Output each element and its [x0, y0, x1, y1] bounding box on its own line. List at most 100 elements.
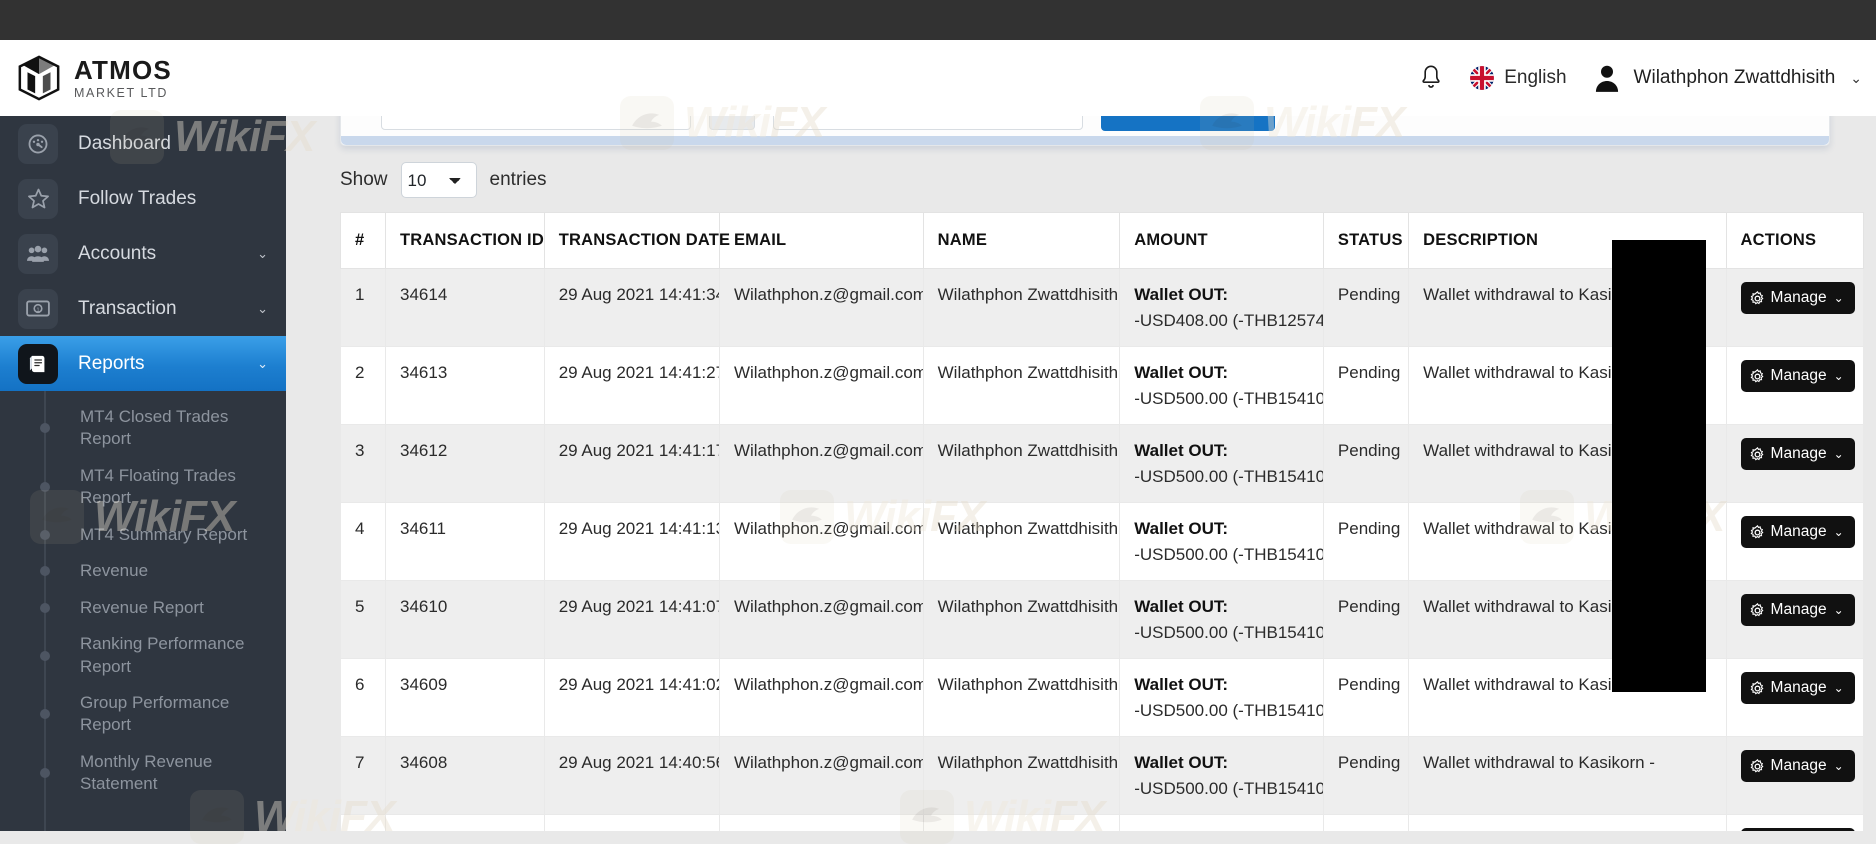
submenu-item-label: MT4 Summary Report — [80, 524, 248, 544]
cell-actions: Manage⌄ — [1725, 580, 1865, 659]
cell-description: Wallet withdrawal to Kasikorn - — [1408, 814, 1727, 831]
sidebar-item-accounts[interactable]: Accounts ⌄ — [0, 226, 286, 281]
chevron-down-icon: ⌄ — [1833, 681, 1844, 695]
manage-button[interactable]: Manage ⌄ — [1740, 750, 1855, 782]
gear-icon — [1750, 446, 1765, 462]
cell-email: Wilathphon.z@gmail.com — [718, 736, 924, 815]
cell-description: Wallet withdrawal to Kasikorn - — [1408, 736, 1727, 815]
cell-transaction-date: 29 Aug 2021 14:41:02 — [543, 658, 720, 737]
gear-icon — [1750, 680, 1765, 696]
cell-status: Pending — [1322, 346, 1410, 425]
brand-logo[interactable]: ATMOS MARKET LTD — [0, 40, 286, 116]
amount-label: Wallet OUT: — [1134, 597, 1229, 616]
cell-actions: Manage⌄ — [1725, 658, 1865, 737]
svg-text:1: 1 — [36, 307, 39, 313]
cell-transaction-date: 29 Aug 2021 14:41:13 — [543, 502, 720, 581]
manage-button[interactable]: Manage ⌄ — [1740, 360, 1855, 392]
manage-button-label: Manage — [1770, 445, 1827, 462]
cell-amount: Wallet OUT: -USD500.00 (-THB15410.32) — [1119, 502, 1324, 581]
cell-index: 3 — [340, 424, 386, 503]
cell-name: Wilathphon Zwattdhisith — [922, 346, 1121, 425]
filter-submit-button[interactable] — [1101, 116, 1275, 131]
chevron-down-icon: ⌄ — [1833, 291, 1844, 305]
cell-transaction-date: 29 Aug 2021 14:40:25 — [543, 814, 720, 831]
manage-button-label: Manage — [1770, 367, 1827, 384]
column-header-transaction-date[interactable]: TRANSACTION DATE — [543, 212, 730, 269]
submenu-item-monthly-revenue-statement[interactable]: Monthly Revenue Statement — [0, 744, 286, 803]
chevron-down-icon: ⌄ — [257, 245, 268, 261]
submenu-item-mt4-floating-trades-report[interactable]: MT4 Floating Trades Report — [0, 458, 286, 517]
cell-name: Wilathphon Zwattdhisith — [922, 424, 1121, 503]
cell-transaction-id: 34608 — [385, 736, 545, 815]
language-selector[interactable]: English — [1470, 66, 1567, 90]
cell-name: Wilathphon Zwattdhisith — [922, 268, 1121, 347]
submenu-item-revenue[interactable]: Revenue — [0, 553, 286, 589]
manage-button[interactable]: Manage ⌄ — [1740, 438, 1855, 470]
entries-select[interactable]: 10 25 50 100 — [400, 162, 477, 198]
brand-name: ATMOS — [74, 54, 172, 85]
cell-name: Wilathphon Zwattdhisith — [922, 814, 1121, 831]
gear-icon — [1750, 758, 1765, 774]
amount-value: -USD500.00 (-THB15410.32) — [1134, 544, 1324, 564]
amount-value: -USD500.00 (-THB15410.32) — [1134, 388, 1324, 408]
manage-button[interactable]: Manage ⌄ — [1740, 282, 1855, 314]
cell-status: Pending — [1322, 502, 1410, 581]
cell-email: Wilathphon.z@gmail.com — [718, 346, 924, 425]
submenu-item-mt4-summary-report[interactable]: MT4 Summary Report — [0, 517, 286, 553]
amount-label: Wallet OUT: — [1134, 753, 1229, 772]
cell-name: Wilathphon Zwattdhisith — [922, 502, 1121, 581]
sidebar-item-dashboard[interactable]: Dashboard — [0, 116, 286, 171]
cell-transaction-date: 29 Aug 2021 14:41:17 — [543, 424, 720, 503]
sidebar-item-reports[interactable]: Reports ⌄ — [0, 336, 286, 391]
submenu-item-label: MT4 Floating Trades Report — [80, 465, 236, 508]
submenu-item-group-performance-report[interactable]: Group Performance Report — [0, 685, 286, 744]
submenu-item-revenue-report[interactable]: Revenue Report — [0, 590, 286, 626]
submenu-item-label: Monthly Revenue Statement — [80, 751, 213, 794]
cell-actions: Manage⌄ — [1725, 424, 1865, 503]
manage-button[interactable]: Manage ⌄ — [1740, 672, 1855, 704]
amount-value: -USD500.00 (-THB15410.32) — [1134, 700, 1324, 720]
amount-value: -USD500.00 (-THB15410.32) — [1134, 466, 1324, 486]
cell-status: Pending — [1322, 658, 1410, 737]
chevron-down-icon: ⌄ — [1850, 69, 1862, 86]
app-header: ATMOS MARKET LTD English Wilathphon Zwat… — [0, 40, 1876, 116]
amount-label: Wallet OUT: — [1134, 363, 1229, 382]
user-menu[interactable]: Wilathphon Zwattdhisith ⌄ — [1593, 63, 1862, 93]
submenu-item-label: Revenue — [80, 561, 149, 581]
sidebar: Dashboard Follow Trades Accounts ⌄ 1 Tra… — [0, 116, 286, 831]
amount-label: Wallet OUT: — [1134, 519, 1229, 538]
sidebar-item-follow-trades[interactable]: Follow Trades — [0, 171, 286, 226]
bell-icon[interactable] — [1418, 64, 1444, 92]
table-row: 83460729 Aug 2021 14:40:25Wilathphon.z@g… — [340, 814, 1865, 831]
sidebar-item-transaction[interactable]: 1 Transaction ⌄ — [0, 281, 286, 336]
cell-transaction-id: 34610 — [385, 580, 545, 659]
cell-actions: Manage⌄ — [1725, 502, 1865, 581]
filter-panel — [340, 116, 1830, 146]
column-header-amount[interactable]: AMOUNT — [1119, 212, 1324, 269]
cell-transaction-id: 34609 — [385, 658, 545, 737]
manage-button[interactable]: Manage ⌄ — [1740, 594, 1855, 626]
column-header-index[interactable]: # — [340, 212, 386, 269]
cell-status: Pending — [1322, 736, 1410, 815]
filter-date-to-input[interactable] — [773, 116, 1083, 130]
column-header-name[interactable]: NAME — [922, 212, 1121, 269]
submenu-item-label: Group Performance Report — [80, 692, 230, 735]
submenu-item-ranking-performance-report[interactable]: Ranking Performance Report — [0, 626, 286, 685]
cell-index: 2 — [340, 346, 386, 425]
redaction-overlay — [1612, 240, 1706, 692]
manage-button[interactable]: Manage ⌄ — [1740, 516, 1855, 548]
cell-name: Wilathphon Zwattdhisith — [922, 658, 1121, 737]
column-header-email[interactable]: EMAIL — [718, 212, 924, 269]
filter-date-from-input[interactable] — [381, 116, 691, 130]
cell-amount: Wallet OUT: -USD500.00 (-THB15410.32) — [1119, 580, 1324, 659]
table-row: 7 34608 29 Aug 2021 14:40:56 Wilathphon.z@g… — [340, 736, 1865, 815]
submenu-item-mt4-closed-trades-report[interactable]: MT4 Closed Trades Report — [0, 399, 286, 458]
filter-panel-accent-bar — [341, 136, 1829, 145]
sidebar-item-label: Accounts — [78, 242, 157, 264]
show-label: Show — [340, 169, 388, 190]
cell-amount: Wallet OUT: -USD500.00 (-THB15410.32) — [1119, 736, 1324, 815]
cell-actions: Manage⌄ — [1725, 814, 1865, 831]
column-header-transaction-id[interactable]: TRANSACTION ID — [385, 212, 545, 269]
column-header-status[interactable]: STATUS — [1322, 212, 1410, 269]
cell-transaction-id: 34607 — [385, 814, 545, 831]
